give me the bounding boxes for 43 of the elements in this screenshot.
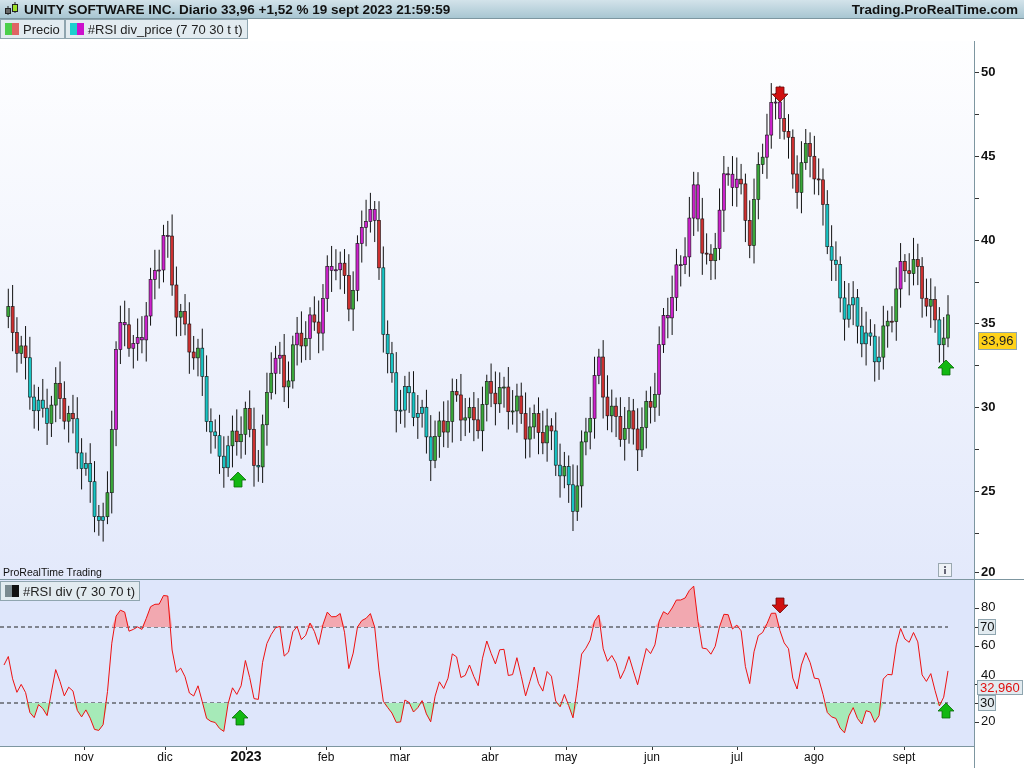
axis-label: 20 [981, 714, 996, 728]
color-swatch-icon [5, 585, 19, 597]
axis-label: feb [317, 750, 335, 764]
axis-label: may [554, 750, 578, 764]
axis-label: abr [481, 750, 499, 764]
axis-label: dic [157, 750, 173, 764]
color-swatch-icon [5, 23, 19, 35]
axis-label: 80 [981, 600, 996, 614]
up-arrow-icon [229, 471, 247, 488]
up-arrow-icon [937, 359, 955, 376]
footer-label: ProRealTime Trading [3, 566, 102, 578]
axis-label: 25 [981, 484, 996, 498]
price-badge: 33,96 [978, 331, 1017, 350]
axis-label: jun [644, 750, 660, 764]
axis-label: 30 [981, 400, 996, 414]
axis-label: 40 [981, 668, 996, 682]
axis-label: 50 [981, 65, 996, 79]
axis-label: ago [804, 750, 824, 764]
info-icon [938, 563, 952, 577]
down-arrow-icon [771, 597, 789, 614]
axis-label: 30 [978, 695, 997, 711]
chart-title: UNITY SOFTWARE INC. Diario 33,96 +1,52 % 19 sept 2023 21:59:59 [24, 1, 451, 17]
legend-tab[interactable]: #RSI div (7 30 70 t) [0, 581, 140, 601]
color-swatch-icon [69, 23, 84, 35]
axis-label: nov [74, 750, 94, 764]
site-label: Trading.ProRealTime.com [851, 1, 1018, 17]
axis-label: 40 [981, 233, 996, 247]
down-arrow-icon [771, 86, 789, 103]
axis-label: jul [731, 750, 743, 764]
axis-label: 60 [981, 638, 996, 652]
axis-label: sept [892, 750, 916, 764]
axis-label: 35 [981, 316, 996, 330]
axis-label: 70 [978, 619, 997, 635]
rsi-value-badge: 32,960 [977, 680, 1023, 696]
legend-tab[interactable]: Precio [0, 19, 65, 39]
candlestick-icon [4, 2, 20, 16]
axis-label: 45 [981, 149, 996, 163]
up-arrow-icon [937, 702, 955, 719]
axis-label: mar [389, 750, 411, 764]
legend-tab[interactable]: #RSI div_price (7 70 30 t t) [64, 19, 248, 39]
axis-label: 2023 [230, 748, 262, 764]
axis-label: 20 [981, 565, 996, 579]
up-arrow-icon [231, 709, 249, 726]
